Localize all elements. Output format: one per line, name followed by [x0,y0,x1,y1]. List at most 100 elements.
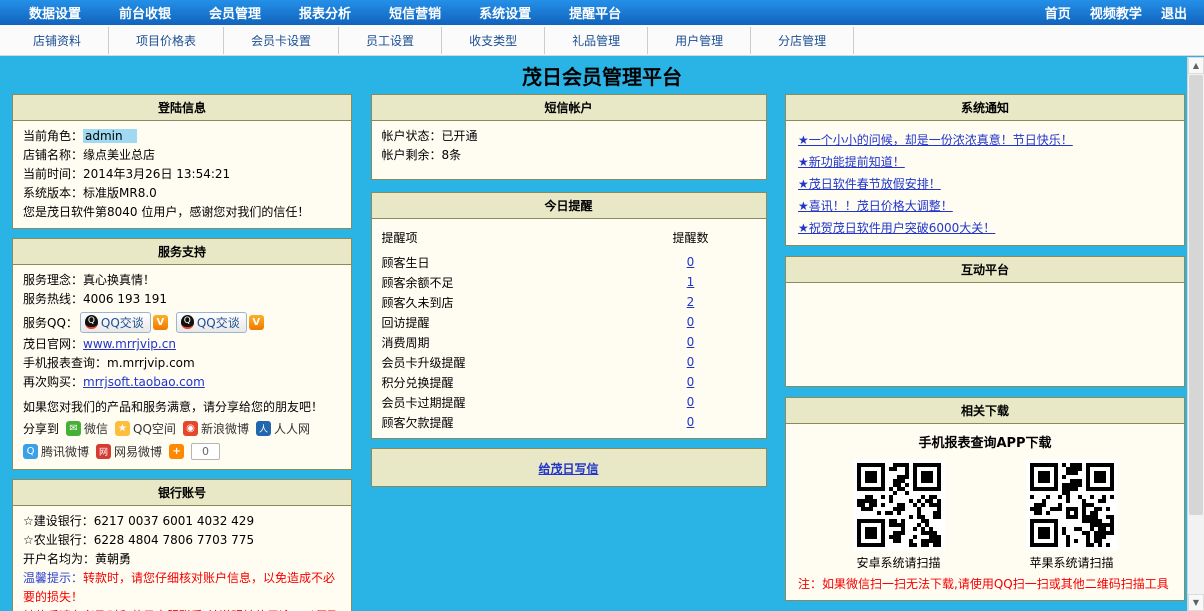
bank-construction: ☆建设银行：6217 0037 6001 4032 429 [23,512,341,531]
buy-again-link[interactable]: mrrjsoft.taobao.com [83,375,205,389]
reminder-label: 回访提醒 [382,314,626,331]
qq-chat-button-1[interactable]: QQQ交谈 [80,312,151,333]
verified-badge-icon-1[interactable]: V [153,315,168,330]
notice-link[interactable]: ★茂日软件春节放假安排！ [798,173,1172,195]
qq-chat-button-2[interactable]: QQQ交谈 [176,312,247,333]
app-window: 数据设置 前台收银 会员管理 报表分析 短信营销 系统设置 提醒平台 首页 视频… [0,0,1204,611]
top-nav-system-settings[interactable]: 系统设置 [460,3,550,22]
official-site-link[interactable]: www.mrrjvip.cn [83,337,176,351]
reminder-item-column-header: 提醒项 [382,229,626,246]
today-reminders-title: 今日提醒 [372,193,766,219]
sms-account-body: 帐户状态：已开通 帐户剩余：8条 [372,121,766,179]
reminder-count-link[interactable]: 0 [687,395,695,409]
share-netease-weibo[interactable]: 网网易微博 [96,443,162,460]
today-reminders-body: 提醒项 提醒数 顾客生日0 顾客余额不足1 顾客久未到店2 回访提醒0 消费周期… [372,219,766,438]
sub-nav-user-management[interactable]: 用户管理 [648,27,751,54]
reminder-label: 顾客余额不足 [382,274,626,291]
top-nav-data-settings[interactable]: 数据设置 [10,3,100,22]
notice-link[interactable]: ★喜讯！！茂日价格大调整！ [798,195,1172,217]
share-wechat[interactable]: ✉微信 [66,420,108,437]
top-nav-cashier[interactable]: 前台收银 [100,3,190,22]
sub-nav-gift-management[interactable]: 礼品管理 [545,27,648,54]
sub-nav-staff-settings[interactable]: 员工设置 [339,27,442,54]
verified-badge-icon-2[interactable]: V [249,315,264,330]
share-row-1: 分享到 ✉微信 ★QQ空间 ◉新浪微博 人人人网 [23,417,341,440]
qq-penguin-icon-2: Q [181,315,194,329]
share-to-label: 分享到 [23,420,59,437]
tip-label: 温馨提示： [23,571,83,585]
scrollbar-thumb[interactable] [1189,75,1203,515]
interactive-platform-title: 互动平台 [786,257,1184,283]
reminder-label: 消费周期 [382,334,626,351]
service-qq-line: 服务QQ： QQQ交谈 V QQQ交谈 V [23,309,341,335]
reminder-count-link[interactable]: 0 [687,375,695,389]
top-nav-home[interactable]: 首页 [1038,7,1078,22]
service-support-body: 服务理念：真心换真情！ 服务热线：4006 193 191 服务QQ： QQQ交… [13,265,351,469]
service-qq-label: 服务QQ： [23,314,78,331]
middle-column: 短信帐户 帐户状态：已开通 帐户剩余：8条 今日提醒 提醒项 提醒数 顾客生日0… [371,94,767,487]
share-hint: 如果您对我们的产品和服务满意，请分享给您的朋友吧！ [23,398,341,417]
share-sina-weibo[interactable]: ◉新浪微博 [183,420,249,437]
official-site-line: 茂日官网：www.mrrjvip.cn [23,335,341,354]
reminder-row-points-exchange: 积分兑换提醒0 [382,372,756,392]
interactive-platform-panel: 互动平台 [785,256,1185,387]
top-nav-reminder-platform[interactable]: 提醒平台 [550,3,640,22]
reminder-count-link[interactable]: 0 [687,335,695,349]
system-notice-panel: 系统通知 ★一个小小的问候，却是一份浓浓真意！节日快乐！ ★新功能提前知道！ ★… [785,94,1185,246]
share-tencent-weibo[interactable]: Q腾讯微博 [23,443,89,460]
sub-nav-branch-management[interactable]: 分店管理 [751,27,854,54]
ios-qr-caption: 苹果系统请扫描 [1026,554,1118,571]
reminder-count-link[interactable]: 0 [687,355,695,369]
bank-account-panel: 银行账号 ☆建设银行：6217 0037 6001 4032 429 ☆农业银行… [12,479,352,611]
bank-account-title: 银行账号 [13,480,351,506]
share-wechat-label: 微信 [84,420,108,437]
top-nav-report-analysis[interactable]: 报表分析 [280,3,370,22]
system-version: 系统版本：标准版MR8.0 [23,184,341,203]
qq-penguin-icon: Q [85,315,98,329]
service-support-panel: 服务支持 服务理念：真心换真情！ 服务热线：4006 193 191 服务QQ：… [12,238,352,470]
service-hotline: 服务热线：4006 193 191 [23,290,341,309]
sub-nav-price-list[interactable]: 项目价格表 [109,27,224,54]
top-nav-left: 数据设置 前台收银 会员管理 报表分析 短信营销 系统设置 提醒平台 [10,3,640,22]
share-more-icon[interactable]: + [169,444,184,459]
welcome-message: 您是茂日软件第8040 位用户，感谢您对我们的信任！ [23,203,341,222]
reminder-row-long-absent: 顾客久未到店2 [382,292,756,312]
top-nav-logout[interactable]: 退出 [1154,7,1194,22]
reminder-count-link[interactable]: 0 [687,315,695,329]
mobile-report-line: 手机报表查询：m.mrrjvip.com [23,354,341,373]
sub-nav-income-expense-type[interactable]: 收支类型 [442,27,545,54]
top-nav-right: 首页 视频教学 退出 [1038,3,1194,22]
android-qr-block: 安卓系统请扫描 [853,459,945,571]
share-renren-label: 人人网 [274,420,310,437]
top-nav: 数据设置 前台收银 会员管理 报表分析 短信营销 系统设置 提醒平台 首页 视频… [0,0,1204,25]
left-column: 登陆信息 当前角色：admin 店铺名称：缘点美业总店 当前时间：2014年3月… [12,94,352,611]
reminder-row-customer-debt: 顾客欠款提醒0 [382,412,756,432]
reminder-label: 顾客生日 [382,254,626,271]
system-notice-title: 系统通知 [786,95,1184,121]
top-nav-video-tutorial[interactable]: 视频教学 [1083,7,1149,22]
reminder-count-link[interactable]: 0 [687,415,695,429]
top-nav-member-management[interactable]: 会员管理 [190,3,280,22]
share-sina-label: 新浪微博 [201,420,249,437]
share-qzone[interactable]: ★QQ空间 [115,420,176,437]
reminder-count-link[interactable]: 0 [687,255,695,269]
ios-qr-code [1026,459,1118,551]
scroll-up-arrow[interactable]: ▲ [1188,57,1204,74]
scrollbar[interactable]: ▲ ▼ [1187,57,1204,611]
notice-link[interactable]: ★新功能提前知道！ [798,151,1172,173]
sub-nav-member-card-settings[interactable]: 会员卡设置 [224,27,339,54]
today-reminders-panel: 今日提醒 提醒项 提醒数 顾客生日0 顾客余额不足1 顾客久未到店2 回访提醒0… [371,192,767,439]
top-nav-sms-marketing[interactable]: 短信营销 [370,3,460,22]
official-site-label: 茂日官网： [23,337,83,351]
sub-nav-shop-info[interactable]: 店铺资料 [6,27,109,54]
sms-status: 帐户状态：已开通 [382,127,756,146]
write-letter-link[interactable]: 给茂日写信 [538,462,598,476]
scroll-down-arrow[interactable]: ▼ [1188,594,1204,611]
notice-link[interactable]: ★一个小小的问候，却是一份浓浓真意！节日快乐！ [798,129,1172,151]
role-label: 当前角色： [23,129,83,143]
reminder-count-link[interactable]: 2 [687,295,695,309]
share-count-bubble[interactable]: 0 [191,443,220,460]
reminder-count-link[interactable]: 1 [687,275,695,289]
notice-link[interactable]: ★祝贺茂日软件用户突破6000大关！ [798,217,1172,239]
share-renren[interactable]: 人人人网 [256,420,310,437]
